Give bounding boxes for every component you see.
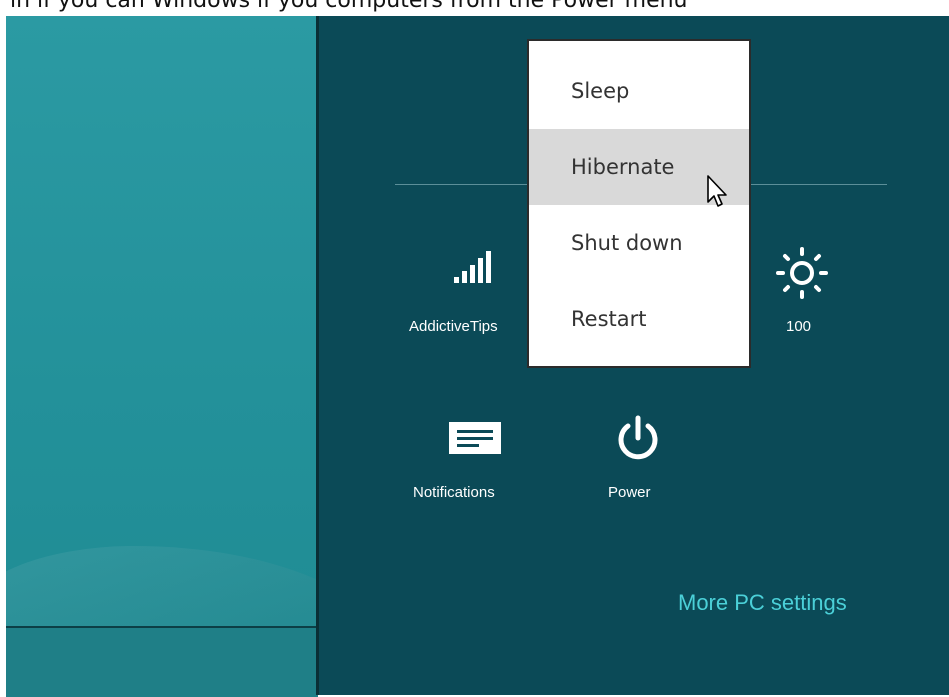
mouse-pointer-icon — [706, 174, 730, 214]
desktop-background — [6, 16, 318, 695]
wifi-signal-icon[interactable] — [452, 248, 498, 284]
brightness-label[interactable]: 100 — [786, 318, 811, 335]
power-icon[interactable] — [612, 414, 664, 466]
power-label[interactable]: Power — [608, 484, 651, 501]
notifications-icon[interactable] — [447, 420, 503, 456]
taskbar[interactable] — [6, 626, 318, 697]
notifications-label[interactable]: Notifications — [413, 484, 495, 501]
more-pc-settings-link[interactable]: More PC settings — [678, 590, 847, 616]
menu-item-shut-down[interactable]: Shut down — [529, 205, 749, 281]
top-caption-text: in if you can Windows if you computers f… — [10, 0, 688, 13]
menu-item-sleep[interactable]: Sleep — [529, 53, 749, 129]
brightness-sun-icon[interactable] — [774, 245, 830, 301]
network-label[interactable]: AddictiveTips — [409, 318, 498, 335]
menu-item-restart[interactable]: Restart — [529, 281, 749, 357]
